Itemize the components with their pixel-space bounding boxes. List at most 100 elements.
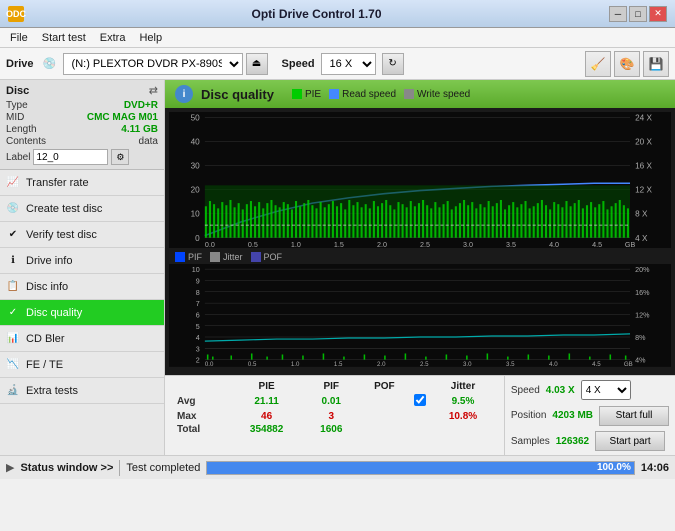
disc-label-key: Label (6, 152, 30, 163)
erase-button[interactable]: 🧹 (585, 51, 611, 77)
close-button[interactable]: ✕ (649, 6, 667, 22)
svg-text:2: 2 (196, 357, 200, 365)
svg-text:3: 3 (196, 346, 200, 354)
legend-write-label: Write speed (417, 89, 470, 100)
pif-legend-color (175, 252, 185, 262)
stats-table: PIE PIF POF Jitter Avg 21.11 0.01 (173, 380, 496, 436)
pof-max (359, 410, 411, 423)
total-row: Total 354882 1606 (173, 423, 496, 436)
disc-label-settings-button[interactable]: ⚙ (111, 149, 129, 165)
sidebar-item-cd-bler[interactable]: 📊 CD Bler (0, 326, 164, 352)
menu-extra[interactable]: Extra (94, 31, 132, 45)
pie-chart: 50 40 30 20 10 0 24 X 20 X 16 X 12 X 8 X… (169, 112, 671, 248)
sidebar-item-label: CD Bler (26, 333, 65, 345)
color-button[interactable]: 🎨 (614, 51, 640, 77)
menu-start-test[interactable]: Start test (36, 31, 92, 45)
sidebar-item-label: Disc quality (26, 307, 82, 319)
drive-select[interactable]: (N:) PLEXTOR DVDR PX-890SA 1.00 (63, 53, 243, 75)
menu-bar: File Start test Extra Help (0, 28, 675, 48)
max-row: Max 46 3 10.8% (173, 410, 496, 423)
svg-text:1.0: 1.0 (291, 240, 301, 248)
save-button[interactable]: 💾 (643, 51, 669, 77)
transfer-rate-icon: 📈 (6, 176, 20, 190)
svg-text:8 X: 8 X (635, 210, 648, 219)
legend-write: Write speed (404, 89, 470, 100)
jitter-checkbox[interactable] (414, 394, 426, 406)
create-test-disc-icon: 💿 (6, 202, 20, 216)
disc-panel-arrow[interactable]: ⇄ (149, 84, 158, 97)
disc-label-row: Label ⚙ (6, 149, 158, 165)
speed-key: Speed (511, 385, 540, 396)
minimize-button[interactable]: ─ (609, 6, 627, 22)
sidebar-item-extra-tests[interactable]: 🔬 Extra tests (0, 378, 164, 404)
menu-file[interactable]: File (4, 31, 34, 45)
position-value: 4203 MB (552, 410, 593, 421)
disc-label-input[interactable] (33, 149, 108, 165)
drive-label: Drive (6, 58, 34, 70)
sidebar-item-verify-test-disc[interactable]: ✔ Verify test disc (0, 222, 164, 248)
start-part-button[interactable]: Start part (595, 431, 665, 451)
pif-chart: 10 9 8 7 6 5 4 3 2 20% 16% 12% 8% 4% 0 (169, 264, 671, 367)
svg-text:20: 20 (191, 186, 200, 195)
samples-value: 126362 (556, 436, 589, 447)
start-full-button[interactable]: Start full (599, 406, 669, 426)
main-area: Disc ⇄ Type DVD+R MID CMC MAG M01 Length… (0, 80, 675, 455)
speed-select[interactable]: 16 X (321, 53, 376, 75)
toolbar-icons: 🧹 🎨 💾 (585, 51, 669, 77)
svg-text:50: 50 (191, 113, 200, 122)
disc-quality-icon-header: i (175, 85, 193, 103)
cd-bler-icon: 📊 (6, 332, 20, 346)
right-controls: Speed 4.03 X 4 X Position 4203 MB Start … (504, 376, 675, 455)
sidebar-item-label: Create test disc (26, 203, 102, 215)
svg-text:GB: GB (624, 361, 633, 367)
col-header-pof: POF (359, 380, 411, 393)
window-title: Opti Drive Control 1.70 (24, 7, 609, 21)
disc-length-value: 4.11 GB (121, 124, 158, 135)
jitter-total (430, 423, 496, 436)
svg-text:8: 8 (196, 289, 200, 297)
drive-info-icon: ℹ (6, 254, 20, 268)
toolbar: Drive 💿 (N:) PLEXTOR DVDR PX-890SA 1.00 … (0, 48, 675, 80)
title-bar: ODC Opti Drive Control 1.70 ─ □ ✕ (0, 0, 675, 28)
maximize-button[interactable]: □ (629, 6, 647, 22)
pie-avg: 21.11 (229, 393, 304, 410)
chart-speed-select[interactable]: 4 X (581, 380, 631, 400)
speed-value: 4.03 X (546, 385, 575, 396)
sidebar-item-disc-info[interactable]: 📋 Disc info (0, 274, 164, 300)
position-info: Position 4203 MB Start full (511, 406, 669, 426)
avg-label: Avg (173, 393, 229, 410)
disc-type-label: Type (6, 100, 28, 111)
sidebar-item-label: Extra tests (26, 385, 78, 397)
svg-text:4: 4 (196, 334, 200, 342)
svg-text:16%: 16% (635, 289, 650, 297)
speed-refresh-button[interactable]: ↻ (382, 53, 404, 75)
svg-text:4%: 4% (635, 357, 646, 365)
svg-text:3.5: 3.5 (506, 240, 516, 248)
status-window-arrow[interactable]: ▶ (6, 461, 14, 474)
pof-avg (359, 393, 411, 410)
progress-fill: 100.0% (207, 462, 634, 474)
fe-te-icon: 📉 (6, 358, 20, 372)
status-window-label[interactable]: Status window >> (20, 462, 113, 474)
svg-text:12 X: 12 X (635, 186, 652, 195)
menu-help[interactable]: Help (133, 31, 168, 45)
svg-text:2.5: 2.5 (420, 361, 429, 367)
disc-panel: Disc ⇄ Type DVD+R MID CMC MAG M01 Length… (0, 80, 164, 170)
disc-quality-header: i Disc quality PIE Read speed Write spee… (165, 80, 675, 108)
sidebar-item-transfer-rate[interactable]: 📈 Transfer rate (0, 170, 164, 196)
sidebar-item-drive-info[interactable]: ℹ Drive info (0, 248, 164, 274)
pof-total (359, 423, 411, 436)
drive-eject-button[interactable]: ⏏ (246, 53, 268, 75)
disc-quality-title: Disc quality (201, 87, 274, 102)
disc-mid-row: MID CMC MAG M01 (6, 112, 158, 123)
pof-legend-label: POF (264, 252, 283, 262)
sidebar-item-fe-te[interactable]: 📉 FE / TE (0, 352, 164, 378)
svg-text:20 X: 20 X (635, 137, 652, 146)
sidebar-item-create-test-disc[interactable]: 💿 Create test disc (0, 196, 164, 222)
disc-type-row: Type DVD+R (6, 100, 158, 111)
window-controls: ─ □ ✕ (609, 6, 667, 22)
svg-text:0.0: 0.0 (205, 361, 214, 367)
disc-quality-icon: ✓ (6, 306, 20, 320)
svg-text:2.0: 2.0 (377, 240, 387, 248)
sidebar-item-disc-quality[interactable]: ✓ Disc quality (0, 300, 164, 326)
